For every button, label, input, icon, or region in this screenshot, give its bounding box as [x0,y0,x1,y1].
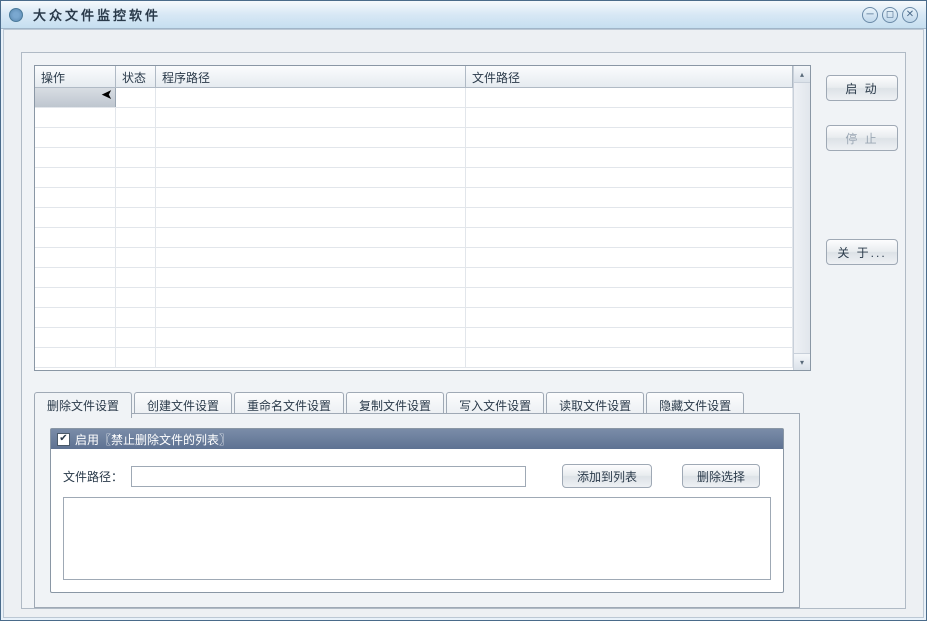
client-area: 操作 状态 程序路径 文件路径 ➤ [3,29,924,618]
grid-row[interactable] [35,268,793,288]
settings-header: ✔ 启用〖禁止删除文件的列表〗 [51,429,783,449]
grid-cell[interactable] [116,88,156,107]
col-status[interactable]: 状态 [116,66,156,87]
main-panel: 操作 状态 程序路径 文件路径 ➤ [21,52,906,609]
about-button[interactable]: 关 于... [826,239,898,265]
settings-panel: ✔ 启用〖禁止删除文件的列表〗 文件路径： 添加到列表 删除选择 [50,428,784,593]
cursor-icon: ➤ [101,88,113,103]
window-title: 大众文件监控软件 [33,5,161,24]
grid-body[interactable]: ➤ [35,88,793,370]
scroll-down-icon[interactable]: ▾ [794,353,810,370]
stop-button[interactable]: 停 止 [826,125,898,151]
grid-row[interactable] [35,188,793,208]
grid-row[interactable]: ➤ [35,88,793,108]
grid-row[interactable] [35,168,793,188]
tab-delete[interactable]: 删除文件设置 [34,392,132,418]
path-label: 文件路径： [63,468,123,485]
grid-row[interactable] [35,328,793,348]
add-to-list-button[interactable]: 添加到列表 [562,464,652,488]
tab-panel: ✔ 启用〖禁止删除文件的列表〗 文件路径： 添加到列表 删除选择 [34,413,800,608]
maximize-icon[interactable]: ◻ [882,7,898,23]
titlebar[interactable]: 大众文件监控软件 ─ ◻ ✕ [1,1,926,29]
grid-row[interactable] [35,208,793,228]
path-row: 文件路径： 添加到列表 删除选择 [51,449,783,488]
grid-row[interactable] [35,228,793,248]
app-icon [9,8,23,22]
col-file-path[interactable]: 文件路径 [466,66,793,87]
grid-row[interactable] [35,128,793,148]
grid-row[interactable] [35,248,793,268]
monitor-grid: 操作 状态 程序路径 文件路径 ➤ [34,65,811,371]
grid-cell[interactable] [466,88,793,107]
grid-row[interactable] [35,348,793,368]
col-operation[interactable]: 操作 [35,66,116,87]
path-input[interactable] [131,466,526,487]
grid-cell[interactable] [156,88,466,107]
remove-selected-button[interactable]: 删除选择 [682,464,760,488]
col-program-path[interactable]: 程序路径 [156,66,466,87]
scrollbar[interactable]: ▴ ▾ [793,66,810,370]
app-window: 大众文件监控软件 ─ ◻ ✕ 操作 状态 程序路径 文件路径 [0,0,927,621]
enable-label: 启用〖禁止删除文件的列表〗 [75,431,231,448]
grid-header: 操作 状态 程序路径 文件路径 [35,66,793,88]
side-buttons: 启 动 停 止 关 于... [826,75,898,265]
grid-row[interactable] [35,308,793,328]
check-icon: ✔ [59,434,67,444]
minimize-icon[interactable]: ─ [862,7,878,23]
grid-row[interactable] [35,288,793,308]
start-button[interactable]: 启 动 [826,75,898,101]
grid-cell[interactable]: ➤ [35,88,116,107]
enable-checkbox[interactable]: ✔ [57,433,70,446]
path-list[interactable] [63,497,771,580]
close-icon[interactable]: ✕ [902,7,918,23]
scroll-up-icon[interactable]: ▴ [794,66,810,83]
grid-row[interactable] [35,148,793,168]
titlebar-controls: ─ ◻ ✕ [862,7,918,23]
grid-row[interactable] [35,108,793,128]
